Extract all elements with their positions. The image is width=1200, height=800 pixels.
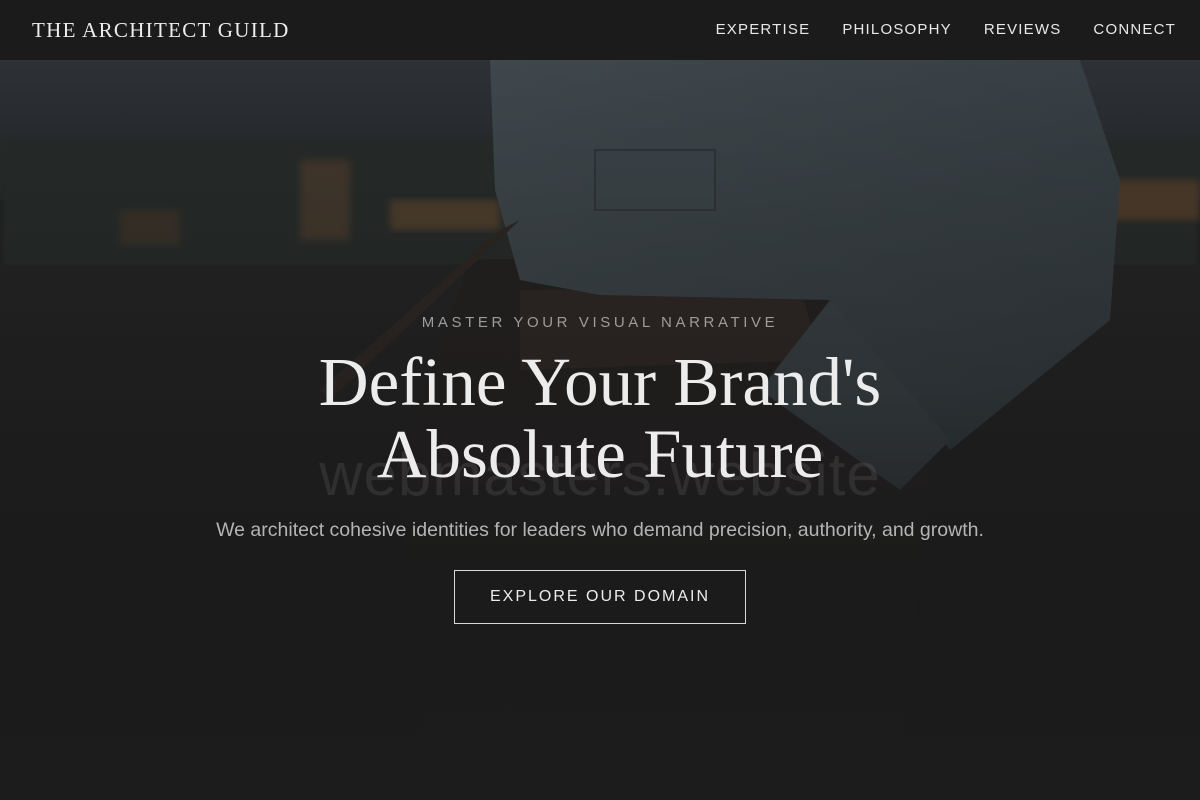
nav-link-reviews[interactable]: REVIEWS (984, 21, 1062, 38)
explore-domain-button[interactable]: EXPLORE OUR DOMAIN (454, 570, 746, 624)
nav-item-philosophy: PHILOSOPHY (842, 21, 952, 39)
hero-section: webmasters.website MASTER YOUR VISUAL NA… (0, 60, 1200, 800)
hero-headline: Define Your Brand's Absolute Future (0, 346, 1200, 490)
top-navbar: THE ARCHITECT GUILD EXPERTISE PHILOSOPHY… (0, 0, 1200, 60)
nav-menu: EXPERTISE PHILOSOPHY REVIEWS CONNECT (716, 21, 1176, 39)
hero-subtext: We architect cohesive identities for lea… (216, 519, 984, 541)
hero-content: MASTER YOUR VISUAL NARRATIVE Define Your… (0, 60, 1200, 800)
nav-link-expertise[interactable]: EXPERTISE (716, 21, 811, 38)
nav-item-reviews: REVIEWS (984, 21, 1062, 39)
hero-headline-line-2: Absolute Future (376, 416, 824, 492)
nav-link-connect[interactable]: CONNECT (1093, 21, 1176, 38)
hero-headline-line-1: Define Your Brand's (318, 344, 882, 420)
nav-link-philosophy[interactable]: PHILOSOPHY (842, 21, 952, 38)
hero-eyebrow: MASTER YOUR VISUAL NARRATIVE (421, 314, 779, 331)
nav-item-expertise: EXPERTISE (716, 21, 811, 39)
brand-logo-link[interactable]: THE ARCHITECT GUILD (32, 18, 290, 43)
nav-item-connect: CONNECT (1093, 21, 1176, 39)
